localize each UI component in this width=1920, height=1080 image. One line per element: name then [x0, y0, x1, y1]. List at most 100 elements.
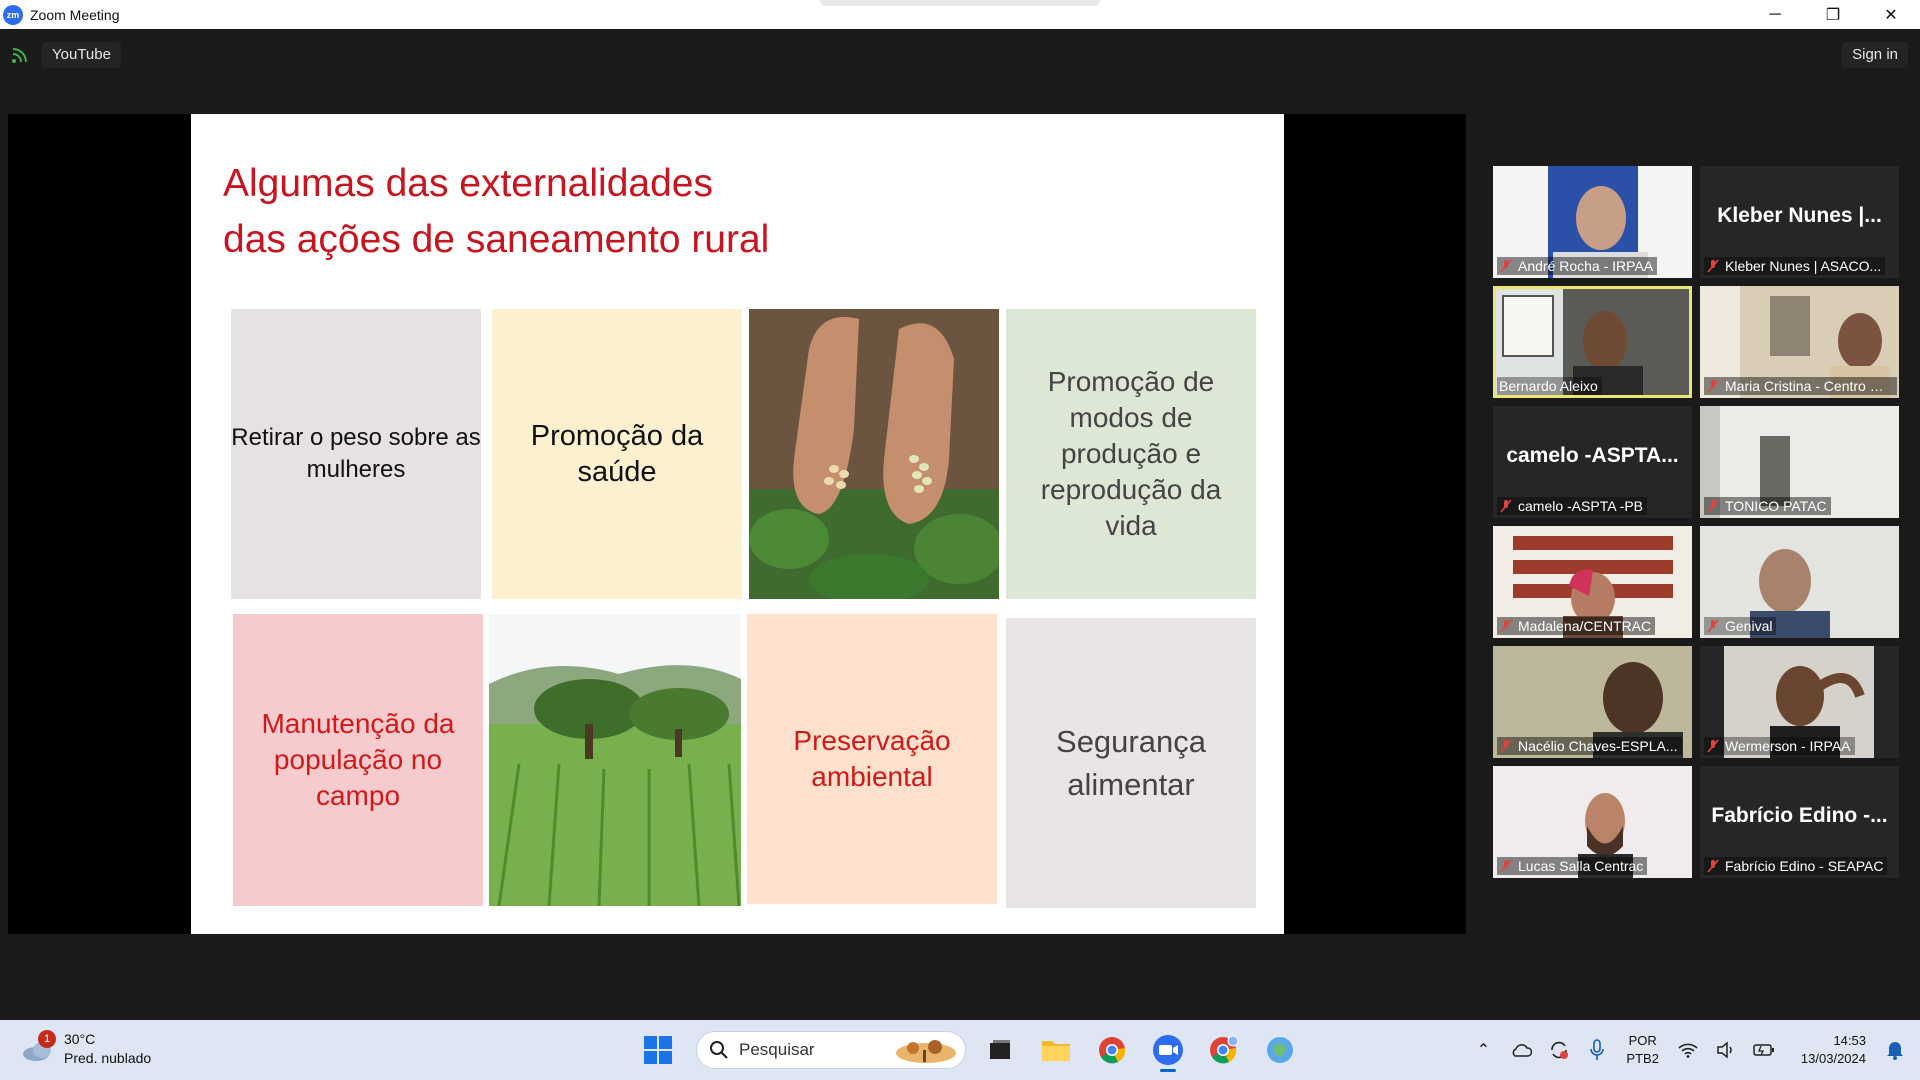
muted-mic-icon — [1500, 619, 1512, 633]
close-button[interactable]: ✕ — [1862, 0, 1920, 29]
slide-photo-field — [489, 614, 741, 906]
participant-big-name: Fabrício Edino -... — [1711, 804, 1888, 827]
file-explorer-icon[interactable] — [1034, 1028, 1078, 1072]
muted-mic-icon — [1500, 739, 1512, 753]
muted-mic-icon — [1707, 619, 1719, 633]
slide-photo-seeds — [749, 309, 999, 599]
participant-nameplate: Genival — [1704, 617, 1777, 635]
maps-app-icon[interactable] — [1258, 1028, 1302, 1072]
participant-nameplate: Lucas Salla Centrac — [1497, 857, 1648, 875]
weather-temperature: 30°C — [64, 1031, 96, 1047]
window-title: Zoom Meeting — [30, 6, 120, 23]
system-clock[interactable]: 14:53 13/03/2024 — [1801, 1032, 1866, 1068]
participant-nameplate: Wermerson - IRPAA — [1704, 737, 1855, 755]
sync-icon[interactable] — [1544, 1035, 1574, 1065]
participant-tile[interactable]: Fabrício Edino -... Fabrício Edino - SEA… — [1700, 766, 1899, 878]
hands-with-seeds-image — [749, 309, 999, 599]
muted-mic-icon — [1500, 499, 1512, 513]
slide-title: Algumas das externalidades das ações de … — [223, 162, 770, 261]
keyboard-layout: PTB2 — [1626, 1051, 1659, 1066]
windows-start-icon[interactable] — [636, 1028, 680, 1072]
muted-mic-icon — [1707, 739, 1719, 753]
notification-bell-icon[interactable] — [1880, 1035, 1910, 1065]
muted-mic-icon — [1500, 259, 1512, 273]
participant-name: Lucas Salla Centrac — [1518, 858, 1644, 874]
participant-tile[interactable]: Madalena/CENTRAC — [1493, 526, 1692, 638]
chrome-icon[interactable] — [1090, 1028, 1134, 1072]
task-view-icon[interactable] — [978, 1028, 1022, 1072]
input-language[interactable]: POR PTB2 — [1626, 1032, 1659, 1068]
tile-text: Promoção de modos de produção e reproduç… — [1040, 366, 1222, 541]
sign-in-button[interactable]: Sign in — [1842, 42, 1908, 68]
battery-plug-icon[interactable] — [1749, 1035, 1779, 1065]
clock-time: 14:53 — [1833, 1033, 1866, 1048]
tile-text: Retirar o peso sobre as mulheres — [231, 424, 481, 483]
participant-name: Genival — [1725, 618, 1773, 634]
stream-platform-label[interactable]: YouTube — [42, 42, 121, 68]
zoom-app-taskbar-icon[interactable] — [1146, 1028, 1190, 1072]
green-field-image — [489, 614, 741, 906]
participant-nameplate: camelo -ASPTA -PB — [1497, 497, 1648, 515]
participant-name: Bernardo Aleixo — [1499, 378, 1598, 394]
participant-nameplate: TONICO PATAC — [1704, 497, 1831, 515]
slide-tile-women: Retirar o peso sobre as mulheres — [231, 309, 481, 599]
tile-text: Segurança alimentar — [1056, 724, 1206, 802]
drag-handle[interactable] — [820, 0, 1100, 6]
participant-name: André Rocha - IRPAA — [1518, 258, 1654, 274]
weather-description: Pred. nublado — [64, 1050, 152, 1066]
participant-tile[interactable]: Lucas Salla Centrac — [1493, 766, 1692, 878]
participant-name: TONICO PATAC — [1725, 498, 1827, 514]
slide-tile-food-security: Segurança alimentar — [1006, 618, 1256, 908]
presentation-slide: Algumas das externalidades das ações de … — [191, 114, 1284, 934]
weather-widget[interactable]: 1 30°C Pred. nublado — [20, 1030, 151, 1068]
restore-button[interactable]: ❐ — [1804, 0, 1862, 29]
participant-tile[interactable]: Maria Cristina - Centro Sa... — [1700, 286, 1899, 398]
volume-icon[interactable] — [1711, 1035, 1741, 1065]
participant-name: Wermerson - IRPAA — [1725, 738, 1851, 754]
participant-tile[interactable]: Kleber Nunes |... Kleber Nunes | ASACO..… — [1700, 166, 1899, 278]
wifi-icon[interactable] — [1673, 1035, 1703, 1065]
participant-nameplate: Nacélio Chaves-ESPLA... — [1497, 737, 1682, 755]
muted-mic-icon — [1707, 259, 1719, 273]
tile-text: Manutenção da população no campo — [261, 708, 455, 811]
participant-nameplate: Madalena/CENTRAC — [1497, 617, 1656, 635]
tile-text: Promoção da saúde — [530, 420, 704, 488]
windows-taskbar: 1 30°C Pred. nublado Pesquisar ⌃ POR PTB… — [0, 1020, 1920, 1080]
participant-name: Maria Cristina - Centro Sa... — [1725, 378, 1893, 394]
participant-nameplate: Fabrício Edino - SEAPAC — [1704, 857, 1888, 875]
clock-date: 13/03/2024 — [1800, 1051, 1866, 1066]
search-icon — [710, 1041, 728, 1059]
search-highlight-image — [896, 1040, 956, 1063]
participant-nameplate: Kleber Nunes | ASACO... — [1704, 257, 1886, 275]
participant-nameplate: André Rocha - IRPAA — [1497, 257, 1658, 275]
participant-name: Fabrício Edino - SEAPAC — [1725, 858, 1884, 874]
participant-big-name: camelo -ASPTA... — [1506, 444, 1679, 467]
slide-tile-environment: Preservação ambiental — [747, 614, 997, 904]
participant-tile[interactable]: TONICO PATAC — [1700, 406, 1899, 518]
zoom-app-icon: zm — [3, 4, 23, 25]
minimize-button[interactable]: ─ — [1746, 0, 1804, 29]
muted-mic-icon — [1500, 859, 1512, 873]
chevron-up-icon[interactable]: ⌃ — [1468, 1035, 1498, 1065]
system-tray: ⌃ POR PTB2 14:53 13/03/2024 — [1468, 1020, 1920, 1080]
participant-tile[interactable]: André Rocha - IRPAA — [1493, 166, 1692, 278]
onedrive-cloud-icon[interactable] — [1506, 1035, 1536, 1065]
participant-tile[interactable]: Wermerson - IRPAA — [1700, 646, 1899, 758]
language-code: POR — [1628, 1033, 1657, 1048]
taskbar-search-box[interactable]: Pesquisar — [696, 1031, 966, 1069]
participant-tile[interactable]: Nacélio Chaves-ESPLA... — [1493, 646, 1692, 758]
participant-name: Kleber Nunes | ASACO... — [1725, 258, 1882, 274]
chrome-profile-icon[interactable] — [1202, 1028, 1246, 1072]
participant-tile[interactable]: camelo -ASPTA... camelo -ASPTA -PB — [1493, 406, 1692, 518]
muted-mic-icon — [1707, 499, 1719, 513]
microphone-icon[interactable] — [1582, 1035, 1612, 1065]
participant-name: Madalena/CENTRAC — [1518, 618, 1652, 634]
participant-tile[interactable]: Genival — [1700, 526, 1899, 638]
cloud-sun-icon: 1 — [20, 1030, 56, 1064]
participant-big-name: Kleber Nunes |... — [1717, 204, 1882, 227]
participant-tile-active-speaker[interactable]: Bernardo Aleixo — [1493, 286, 1692, 398]
participant-name: Nacélio Chaves-ESPLA... — [1518, 738, 1678, 754]
participant-nameplate: Maria Cristina - Centro Sa... — [1704, 377, 1897, 395]
muted-mic-icon — [1707, 859, 1719, 873]
live-stream-icon[interactable] — [10, 45, 30, 65]
